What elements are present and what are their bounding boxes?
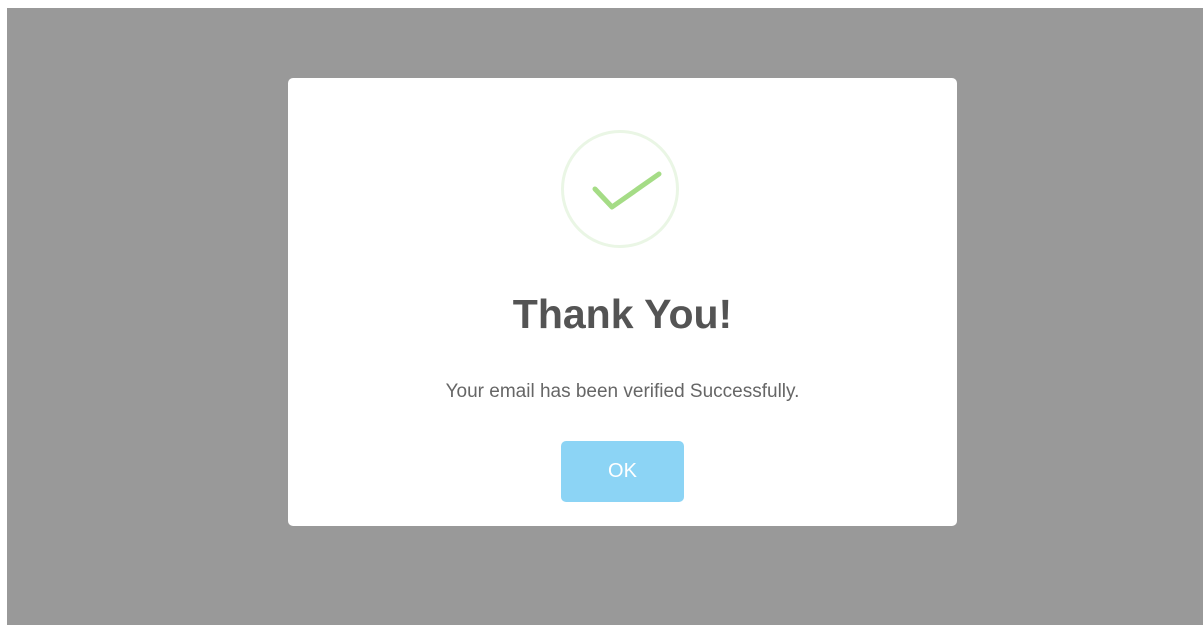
dialog-message: Your email has been verified Successfull… bbox=[445, 381, 800, 402]
success-icon-ring bbox=[561, 130, 679, 248]
ok-button[interactable]: OK bbox=[561, 441, 684, 502]
dialog-title: Thank You! bbox=[512, 291, 733, 337]
success-dialog: Thank You! Your email has been verified … bbox=[288, 78, 957, 526]
checkmark-icon bbox=[592, 171, 662, 210]
